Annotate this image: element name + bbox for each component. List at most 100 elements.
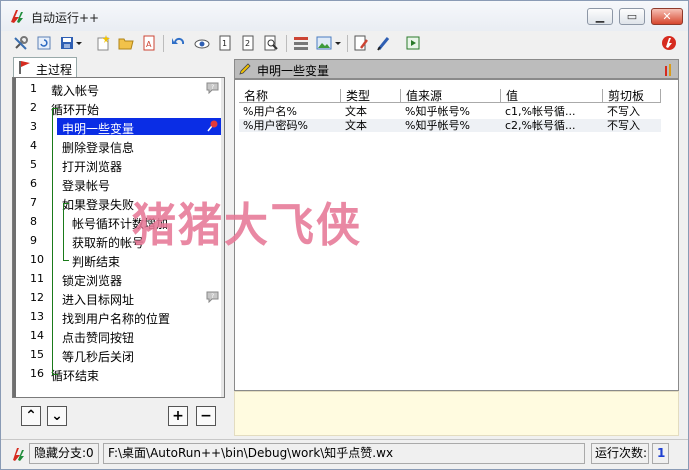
- step-text: 登录帐号: [62, 179, 111, 193]
- step-number: 2: [30, 101, 37, 114]
- step-row[interactable]: 15 等几秒后关闭: [16, 345, 221, 364]
- search-document-icon[interactable]: [263, 35, 279, 51]
- close-button[interactable]: ✕: [651, 8, 683, 25]
- document-2-icon[interactable]: 2: [240, 35, 256, 51]
- comment-bubble-icon[interactable]: ?: [206, 291, 219, 303]
- status-bar: 隐藏分支:0 F:\桌面\AutoRun++\bin\Debug\work\知乎…: [1, 439, 688, 469]
- tools-icon[interactable]: [13, 35, 29, 51]
- undo-icon[interactable]: [171, 35, 187, 51]
- svg-text:A: A: [146, 40, 152, 49]
- tab-main-process[interactable]: 主过程: [13, 57, 77, 77]
- loop-bracket: [52, 108, 53, 374]
- open-folder-icon[interactable]: [118, 35, 134, 51]
- step-text: 判断结束: [72, 255, 121, 269]
- step-row[interactable]: 14 点击赞同按钮: [16, 326, 221, 345]
- double-up-icon: ⌃: [25, 408, 37, 424]
- step-row[interactable]: 1 载入帐号?: [16, 79, 221, 98]
- list-view-icon[interactable]: [293, 35, 309, 51]
- table-cell: 文本: [345, 105, 367, 118]
- tab-label: 主过程: [36, 63, 73, 77]
- document-1-icon[interactable]: 1: [217, 35, 233, 51]
- note-area[interactable]: [234, 391, 679, 436]
- step-text: 锁定浏览器: [62, 274, 123, 288]
- plus-icon: +: [172, 408, 184, 424]
- add-step-button[interactable]: +: [168, 406, 188, 426]
- column-header[interactable]: 值: [501, 89, 603, 103]
- bracket-tick: [63, 203, 69, 204]
- pencil-icon: [239, 63, 251, 75]
- step-row[interactable]: 16 循环结束: [16, 364, 221, 383]
- loop-bracket: [63, 203, 64, 260]
- minus-icon: −: [200, 408, 212, 424]
- table-cell: c2,%帐号循...: [505, 119, 576, 132]
- edit-document-icon[interactable]: [353, 35, 369, 51]
- bracket-tick: [52, 108, 58, 109]
- step-number: 9: [30, 234, 37, 247]
- run-count-label: 运行次数:: [591, 443, 649, 464]
- text-document-icon[interactable]: A: [141, 35, 157, 51]
- run-icon[interactable]: [405, 35, 421, 51]
- image-icon[interactable]: [316, 35, 332, 51]
- step-row[interactable]: 12 进入目标网址?: [16, 288, 221, 307]
- step-text: 载入帐号: [51, 84, 100, 98]
- minimize-button[interactable]: ▁: [587, 8, 613, 25]
- column-header[interactable]: 值来源: [401, 89, 501, 103]
- chevron-down-icon[interactable]: [334, 35, 342, 51]
- step-number: 6: [30, 177, 37, 190]
- toolbar: A 1 2: [1, 31, 688, 55]
- remove-step-button[interactable]: −: [196, 406, 216, 426]
- step-text: 如果登录失败: [62, 198, 135, 212]
- chevron-down-icon[interactable]: [75, 35, 83, 51]
- step-number: 12: [30, 291, 44, 304]
- move-up-button[interactable]: ⌃: [21, 406, 41, 426]
- step-number: 3: [30, 120, 37, 133]
- step-row[interactable]: 11 锁定浏览器: [16, 269, 221, 288]
- column-header[interactable]: 名称: [239, 89, 341, 103]
- panel-title: 申明一些变量: [257, 64, 330, 78]
- svg-text:?: ?: [211, 293, 214, 300]
- preview-eye-icon[interactable]: [194, 35, 210, 51]
- step-row[interactable]: 2 循环开始: [16, 98, 221, 117]
- new-file-icon[interactable]: [95, 35, 111, 51]
- step-number: 14: [30, 329, 44, 342]
- maximize-icon: ▭: [626, 10, 638, 23]
- step-row[interactable]: 3 申明一些变量: [16, 117, 221, 136]
- app-window: 自动运行++ ▁ ▭ ✕ A 1 2 主过程 1 载入帐号? 2 循环开始 3 …: [0, 0, 689, 470]
- title-bar[interactable]: 自动运行++ ▁ ▭ ✕: [1, 1, 688, 31]
- pen-icon[interactable]: [376, 35, 392, 51]
- toolbar-separator: [286, 35, 287, 52]
- step-number: 16: [30, 367, 44, 380]
- table-cell: %知乎帐号%: [405, 119, 470, 132]
- hidden-branch-status: 隐藏分支:0: [29, 443, 99, 464]
- step-row[interactable]: 13 找到用户名称的位置: [16, 307, 221, 326]
- step-number: 10: [30, 253, 44, 266]
- minimize-icon: ▁: [595, 10, 605, 23]
- close-icon: ✕: [662, 10, 672, 23]
- double-down-icon: ⌄: [51, 408, 63, 424]
- comment-bubble-icon[interactable]: ?: [206, 82, 219, 94]
- svg-text:?: ?: [211, 84, 214, 91]
- table-cell: 文本: [345, 119, 367, 132]
- toolbar-separator: [163, 35, 164, 52]
- table-cell: 不写入: [607, 105, 640, 118]
- table-cell: c1,%帐号循...: [505, 105, 576, 118]
- step-text: 等几秒后关闭: [62, 350, 135, 364]
- step-row[interactable]: 4 删除登录信息: [16, 136, 221, 155]
- column-header[interactable]: 剪切板: [603, 89, 661, 103]
- step-row[interactable]: 5 打开浏览器: [16, 155, 221, 174]
- move-down-button[interactable]: ⌄: [47, 406, 67, 426]
- step-number: 1: [30, 82, 37, 95]
- table-cell: %知乎帐号%: [405, 105, 470, 118]
- step-text: 点击赞同按钮: [62, 331, 135, 345]
- refresh-icon[interactable]: [36, 35, 52, 51]
- column-header[interactable]: 类型: [341, 89, 401, 103]
- maximize-button[interactable]: ▭: [619, 8, 645, 25]
- settings-bars-icon[interactable]: [664, 64, 674, 76]
- pin-icon[interactable]: [206, 120, 219, 132]
- bracket-tick: [52, 374, 58, 375]
- panel-header: 申明一些变量: [234, 59, 679, 79]
- table-cell: %用户密码%: [243, 119, 308, 132]
- bracket-tick: [63, 260, 69, 261]
- step-text: 删除登录信息: [62, 141, 135, 155]
- save-icon[interactable]: [59, 35, 75, 51]
